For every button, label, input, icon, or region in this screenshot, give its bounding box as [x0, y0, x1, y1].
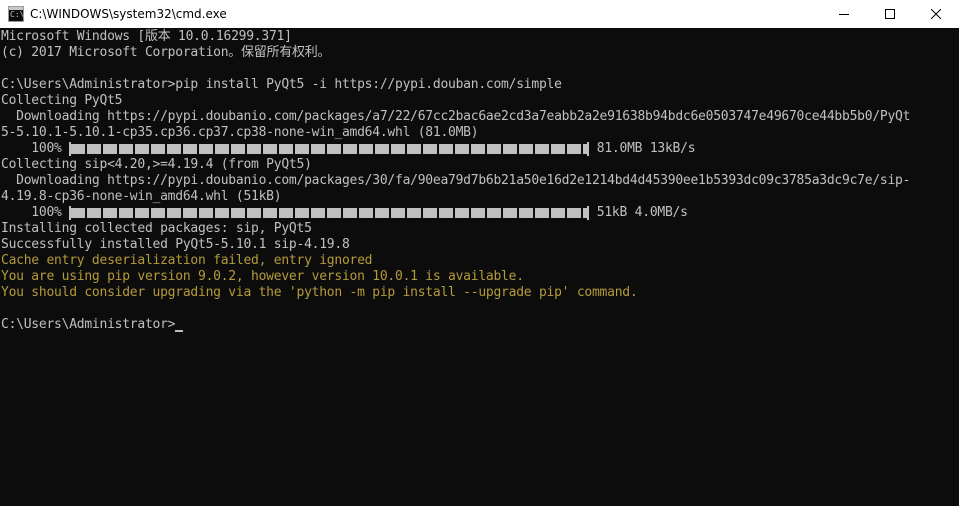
progress-line: 100% 51kB 4.0MB/s [1, 205, 688, 221]
prompt-line[interactable]: C:\Users\Administrator> [1, 317, 184, 333]
progress-bar-fill [71, 144, 588, 154]
progress-percent: 100% [1, 141, 70, 156]
progress-bar [69, 206, 590, 220]
progress-stats: 51kB 4.0MB/s [589, 205, 688, 220]
minimize-icon [839, 14, 849, 15]
progress-bar [69, 142, 590, 156]
cmd-window: C:\ C:\WINDOWS\system32\cmd.exe Microsof… [0, 0, 959, 506]
console-line: Downloading https://pypi.doubanio.com/pa… [1, 109, 911, 124]
progress-bar-fill [71, 208, 588, 218]
console-line: 5-5.10.1-5.10.1-cp35.cp36.cp37.cp38-none… [1, 125, 479, 140]
text-cursor [175, 330, 184, 332]
cmd-icon[interactable]: C:\ [8, 6, 24, 22]
window-controls [821, 0, 959, 28]
console-line: Installing collected packages: sip, PyQt… [1, 221, 312, 236]
command-line: C:\Users\Administrator>pip install PyQt5… [1, 77, 562, 92]
console-line: (c) 2017 Microsoft Corporation。保留所有权利。 [1, 45, 331, 60]
console-line: Collecting sip<4.20,>=4.19.4 (from PyQt5… [1, 157, 312, 172]
console-line: Microsoft Windows [版本 10.0.16299.371] [1, 29, 292, 44]
console-line: Downloading https://pypi.doubanio.com/pa… [1, 173, 911, 188]
warning-line: Cache entry deserialization failed, entr… [1, 253, 373, 268]
progress-percent: 100% [1, 205, 70, 220]
window-title: C:\WINDOWS\system32\cmd.exe [30, 7, 227, 21]
close-icon [931, 9, 941, 19]
console-output[interactable]: Microsoft Windows [版本 10.0.16299.371] (c… [0, 28, 959, 506]
console-line: Collecting PyQt5 [1, 93, 123, 108]
console-line: 4.19.8-cp36-none-win_amd64.whl (51kB) [1, 189, 282, 204]
progress-line: 100% 81.0MB 13kB/s [1, 141, 696, 157]
close-button[interactable] [913, 0, 959, 28]
console-line: Successfully installed PyQt5-5.10.1 sip-… [1, 237, 350, 252]
progress-stats: 81.0MB 13kB/s [589, 141, 696, 156]
prompt-text: C:\Users\Administrator> [1, 317, 176, 332]
warning-line: You are using pip version 9.0.2, however… [1, 269, 524, 284]
minimize-button[interactable] [821, 0, 867, 28]
maximize-icon [885, 9, 895, 19]
warning-line: You should consider upgrading via the 'p… [1, 285, 638, 300]
maximize-button[interactable] [867, 0, 913, 28]
title-bar[interactable]: C:\ C:\WINDOWS\system32\cmd.exe [0, 0, 959, 28]
